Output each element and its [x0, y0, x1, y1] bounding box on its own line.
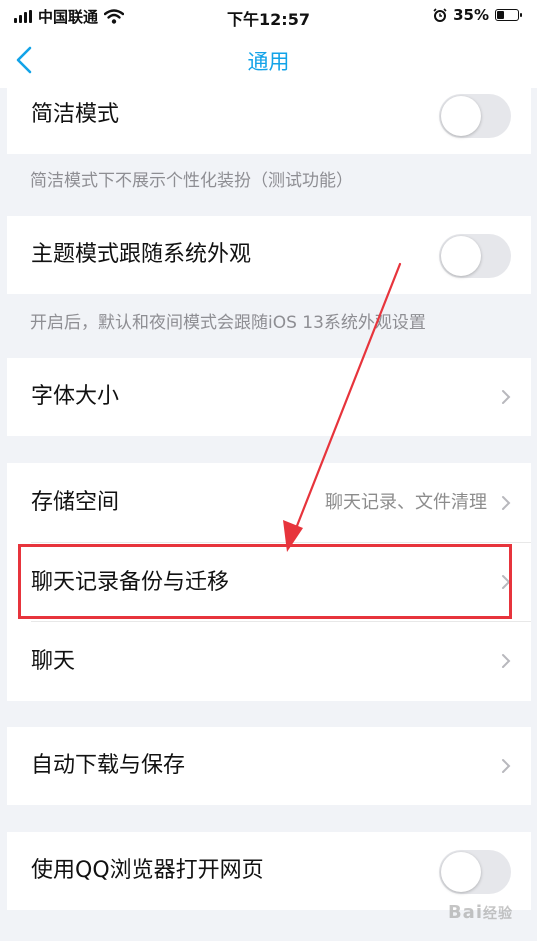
chevron-right-icon: [502, 654, 511, 668]
chevron-right-icon: [502, 575, 511, 589]
group-storage-chat: 存储空间 聊天记录、文件清理 聊天记录备份与迁移 聊天: [7, 463, 531, 701]
group-theme-follow: 主题模式跟随系统外观: [7, 216, 531, 294]
watermark-logo: Bai经验: [447, 902, 513, 923]
battery-icon: [495, 9, 522, 21]
row-storage[interactable]: 存储空间 聊天记录、文件清理: [7, 463, 531, 543]
simple-mode-hint: 简洁模式下不展示个性化装扮（测试功能）: [30, 171, 353, 191]
row-label: 主题模式跟随系统外观: [31, 242, 252, 267]
row-value: 聊天记录、文件清理: [325, 492, 487, 513]
qq-browser-toggle[interactable]: [439, 850, 511, 894]
row-theme-follow: 主题模式跟随系统外观: [7, 216, 531, 294]
row-chat[interactable]: 聊天: [7, 622, 531, 701]
status-bar: 中国联通 下午12:57 35%: [0, 0, 537, 32]
chevron-right-icon: [502, 390, 511, 404]
battery-fill: [497, 11, 504, 19]
row-label: 使用QQ浏览器打开网页: [31, 858, 264, 883]
battery-percent: 35%: [453, 6, 489, 24]
group-font-size: 字体大小: [7, 358, 531, 436]
row-label: 聊天: [31, 649, 76, 674]
alarm-icon: [433, 8, 447, 22]
chevron-right-icon: [502, 496, 511, 510]
row-label: 存储空间: [31, 490, 120, 515]
row-auto-download[interactable]: 自动下载与保存: [7, 727, 531, 805]
row-qq-browser: 使用QQ浏览器打开网页: [7, 832, 531, 910]
theme-follow-toggle[interactable]: [439, 234, 511, 278]
toggle-knob: [441, 852, 481, 892]
row-label: 聊天记录备份与迁移: [31, 570, 230, 595]
page-title: 通用: [247, 50, 290, 74]
status-right: 35%: [433, 6, 522, 24]
simple-mode-toggle[interactable]: [439, 94, 511, 138]
row-chat-backup[interactable]: 聊天记录备份与迁移: [7, 543, 531, 622]
row-label: 自动下载与保存: [31, 753, 186, 778]
group-simple-mode: 简洁模式: [7, 76, 531, 154]
row-simple-mode: 简洁模式: [7, 76, 531, 154]
toggle-knob: [441, 236, 481, 276]
toggle-knob: [441, 96, 481, 136]
group-qq-browser: 使用QQ浏览器打开网页: [7, 832, 531, 910]
row-label: 简洁模式: [31, 102, 120, 127]
group-auto-download: 自动下载与保存: [7, 727, 531, 805]
row-label: 字体大小: [31, 384, 120, 409]
theme-follow-hint: 开启后，默认和夜间模式会跟随iOS 13系统外观设置: [30, 313, 426, 333]
chevron-right-icon: [502, 759, 511, 773]
row-font-size[interactable]: 字体大小: [7, 358, 531, 436]
